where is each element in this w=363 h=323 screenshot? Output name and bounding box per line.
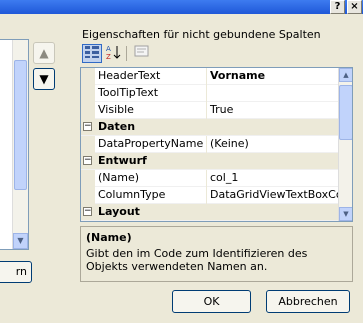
category-label: Daten	[98, 120, 136, 133]
description-panel: (Name) Gibt den im Code zum Identifizier…	[80, 226, 353, 282]
property-grid[interactable]: HeaderText Vorname ToolTipText Visible True −…	[80, 67, 353, 222]
category-label: Layout	[98, 205, 140, 218]
row-gutter	[81, 68, 95, 85]
category-label: Entwurf	[98, 154, 147, 167]
group-label: Eigenschaften für nicht gebundene Spalte…	[82, 28, 321, 41]
property-value[interactable]: True	[208, 102, 338, 119]
scroll-down-icon[interactable]: ▼	[339, 207, 352, 221]
property-value[interactable]: DataGridViewTextBoxColu	[208, 187, 338, 204]
move-down-button[interactable]: ▼	[33, 68, 55, 90]
property-value[interactable]	[208, 85, 338, 102]
property-name[interactable]: ColumnType	[96, 187, 207, 204]
property-value[interactable]: Vorname	[208, 68, 338, 85]
property-value[interactable]: col_1	[208, 170, 338, 187]
cancel-button[interactable]: Abbrechen	[266, 290, 350, 313]
collapse-icon[interactable]: −	[83, 122, 92, 131]
scroll-down-icon[interactable]: ▼	[13, 233, 28, 249]
property-name[interactable]: HeaderText	[96, 68, 207, 85]
property-category-row[interactable]: − Layout	[81, 204, 338, 221]
scroll-thumb[interactable]	[339, 85, 352, 140]
property-category-row[interactable]: − Entwurf	[81, 153, 338, 170]
columns-list-scrollbar[interactable]: ▼	[12, 40, 28, 249]
svg-text:A: A	[106, 45, 111, 53]
property-pages-button[interactable]	[132, 44, 152, 63]
arrow-up-icon: ▲	[39, 46, 49, 60]
property-value[interactable]: (Keine)	[208, 136, 338, 153]
collapse-icon[interactable]: −	[83, 207, 92, 216]
arrow-down-icon: ▼	[39, 72, 49, 86]
title-bar: ? ×	[0, 0, 363, 14]
property-name[interactable]: (Name)	[96, 170, 207, 187]
property-row[interactable]: ColumnTypeDataGridViewTextBoxColu	[81, 187, 338, 204]
row-gutter	[81, 102, 95, 119]
row-gutter	[81, 136, 95, 153]
row-gutter	[81, 170, 95, 187]
collapse-icon[interactable]: −	[83, 156, 92, 165]
toolbar-separator	[126, 46, 127, 61]
property-row[interactable]: ToolTipText	[81, 85, 338, 102]
property-row[interactable]: HeaderText Vorname	[81, 68, 338, 85]
alphabetical-button[interactable]: A Z	[104, 44, 124, 63]
row-gutter	[81, 187, 95, 204]
ok-button[interactable]: OK	[172, 290, 251, 313]
remove-button[interactable]: rn	[0, 261, 32, 283]
property-grid-toolbar: A Z	[82, 44, 162, 64]
property-row[interactable]: (Name) col_1	[81, 170, 338, 187]
description-title: (Name)	[86, 231, 132, 244]
alphabetical-sort-icon: A Z	[106, 45, 121, 61]
move-up-button[interactable]: ▲	[33, 42, 55, 64]
property-category-row[interactable]: − Daten	[81, 119, 338, 136]
property-name[interactable]: DataPropertyName	[96, 136, 207, 153]
property-name[interactable]: Visible	[96, 102, 207, 119]
columns-list[interactable]: ▼	[0, 39, 29, 250]
property-name[interactable]: ToolTipText	[96, 85, 207, 102]
scroll-up-icon[interactable]: ▲	[339, 68, 352, 82]
categorized-button[interactable]	[82, 44, 102, 63]
help-button[interactable]: ?	[330, 0, 345, 14]
property-row[interactable]: DataPropertyName (Keine)	[81, 136, 338, 153]
categorized-icon	[85, 46, 99, 58]
row-gutter	[81, 85, 95, 102]
property-pages-icon	[134, 45, 149, 57]
property-grid-scrollbar[interactable]: ▲ ▼	[338, 68, 352, 221]
svg-text:Z: Z	[106, 53, 111, 60]
close-button[interactable]: ×	[347, 0, 362, 14]
scroll-thumb[interactable]	[14, 60, 27, 190]
property-row[interactable]: Visible True	[81, 102, 338, 119]
description-text: Gibt den im Code zum Identifizieren des …	[86, 247, 308, 273]
